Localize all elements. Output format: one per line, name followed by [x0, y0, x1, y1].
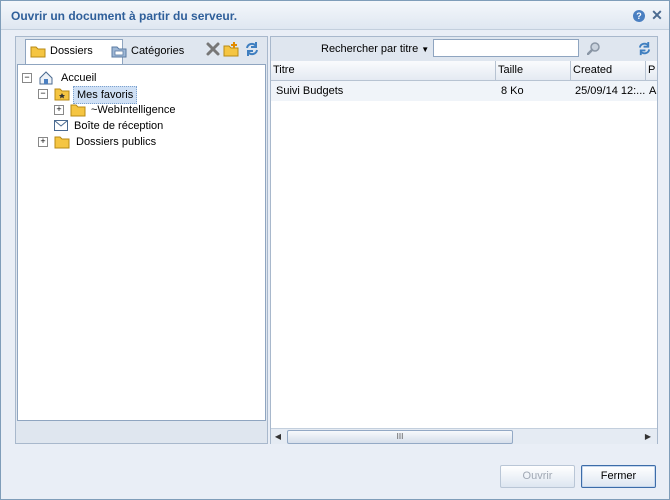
open-button[interactable]: Ouvrir — [500, 465, 575, 488]
cell-created: 25/09/14 12:... — [575, 85, 645, 97]
collapse-toggle[interactable]: − — [38, 89, 48, 99]
cell-extra: A — [649, 85, 657, 97]
cell-size: 8 Ko — [501, 85, 524, 97]
close-button[interactable]: Fermer — [581, 465, 656, 488]
nav-tabs: Dossiers Catégories — [16, 37, 267, 64]
folder-icon — [30, 46, 46, 58]
new-folder-icon[interactable] — [223, 41, 239, 57]
close-icon[interactable]: ✕ — [650, 7, 664, 23]
tab-label: Dossiers — [50, 45, 93, 57]
category-icon — [111, 46, 127, 58]
expand-toggle[interactable]: + — [38, 137, 48, 147]
search-icon[interactable] — [587, 41, 601, 55]
refresh-icon[interactable] — [244, 41, 260, 57]
column-header-created[interactable]: Created — [571, 61, 646, 80]
tab-categories[interactable]: Catégories — [107, 40, 207, 62]
tree-label: ~WebIntelligence — [91, 104, 176, 116]
tree-label: Accueil — [61, 72, 97, 84]
column-header-extra[interactable]: P — [646, 61, 657, 80]
document-list-panel: Rechercher par titre ▼ Titre Taille Crea… — [270, 36, 658, 444]
tree-label: Boîte de réception — [74, 120, 164, 132]
folder-icon — [70, 104, 86, 117]
column-header-taille[interactable]: Taille — [496, 61, 571, 80]
search-input[interactable] — [433, 39, 579, 57]
expand-toggle[interactable]: + — [54, 105, 64, 115]
column-header-titre[interactable]: Titre — [271, 61, 496, 80]
search-mode-label: Rechercher par titre — [321, 43, 419, 55]
search-mode-dropdown[interactable]: Rechercher par titre ▼ — [321, 43, 429, 55]
help-icon[interactable]: ? — [633, 10, 645, 22]
navigation-panel: Dossiers Catégories − Accueil − Mes favo… — [15, 36, 268, 444]
inbox-icon — [54, 120, 68, 131]
horizontal-scrollbar[interactable]: ◀ III ▶ — [271, 428, 657, 444]
folder-icon — [54, 136, 70, 149]
scroll-thumb[interactable]: III — [287, 430, 513, 444]
delete-icon[interactable] — [205, 41, 221, 57]
favorites-folder-icon — [54, 88, 70, 101]
tree-label: Dossiers publics — [76, 136, 157, 148]
documents-table-header: Titre Taille Created P — [271, 61, 657, 81]
refresh-icon[interactable] — [637, 41, 652, 56]
scroll-left-arrow-icon[interactable]: ◀ — [271, 429, 285, 444]
tab-label: Catégories — [131, 45, 185, 57]
folder-tree: − Accueil − Mes favoris + ~WebIntelligen… — [17, 64, 266, 421]
dialog-title: Ouvrir un document à partir du serveur. — [11, 9, 238, 23]
cell-title: Suivi Budgets — [276, 85, 344, 97]
collapse-toggle[interactable]: − — [22, 73, 32, 83]
dialog-titlebar: Ouvrir un document à partir du serveur. … — [1, 1, 669, 30]
search-toolbar: Rechercher par titre ▼ — [271, 37, 657, 62]
scroll-right-arrow-icon[interactable]: ▶ — [641, 429, 655, 444]
home-icon — [39, 71, 53, 85]
chevron-down-icon: ▼ — [421, 45, 430, 54]
table-row[interactable]: Suivi Budgets 8 Ko 25/09/14 12:... A — [271, 81, 657, 101]
open-document-dialog: Ouvrir un document à partir du serveur. … — [0, 0, 670, 500]
